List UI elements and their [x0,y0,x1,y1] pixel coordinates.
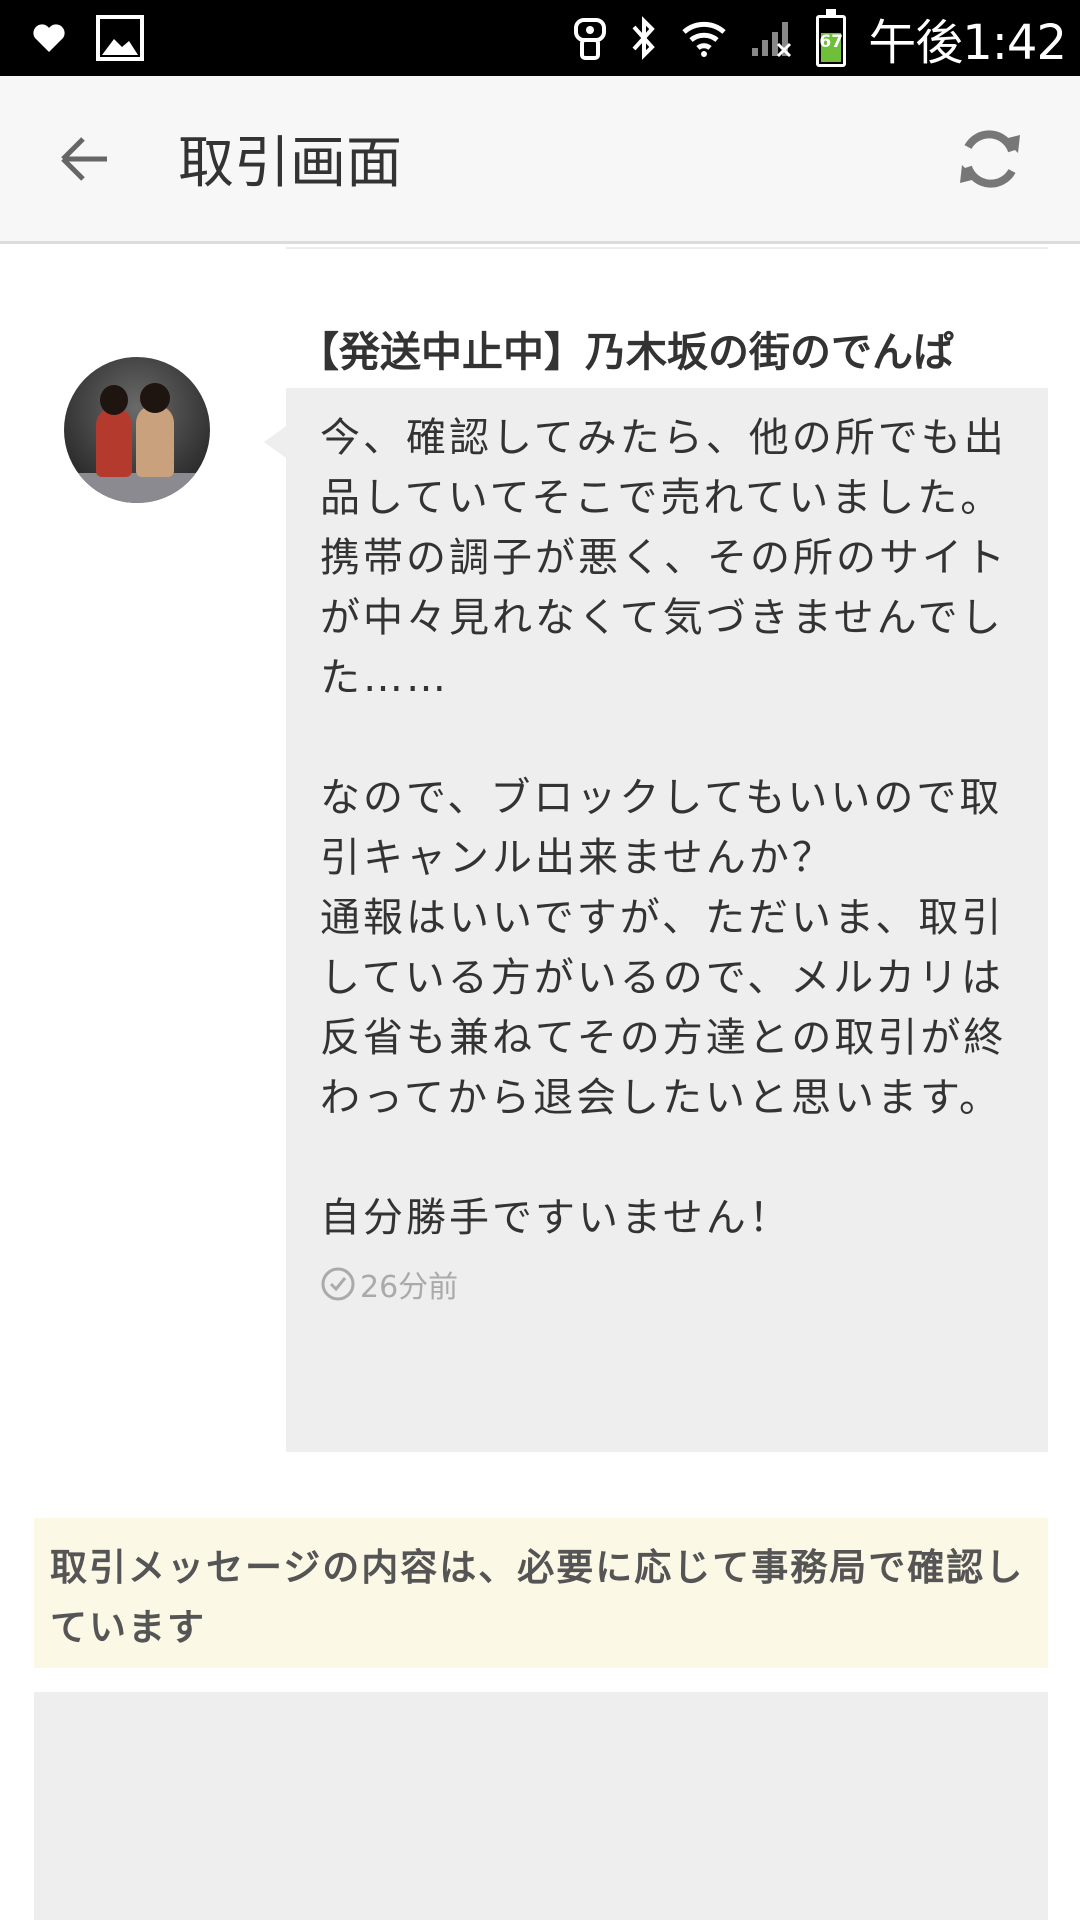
avatar[interactable] [64,357,210,503]
battery-level: 67 [819,32,844,52]
clock-icon [320,1266,356,1302]
notice-banner: 取引メッセージの内容は、必要に応じて事務局で確認しています [34,1518,1048,1668]
status-time: 午後1:42 [868,15,1067,71]
message-timestamp: 26分前 [320,1262,1018,1306]
sender-name: 【発送中止中】乃木坂の街のでんぱ [298,328,954,376]
refresh-icon [960,129,1020,188]
message-bubble: 今、確認してみたら、他の所でも出品していてそこで売れていました。 携帯の調子が悪… [264,388,1048,1452]
message-time-label: 26分前 [360,1270,459,1305]
back-button[interactable] [40,114,130,204]
nfc-icon [572,14,608,62]
arrow-left-icon [61,136,107,181]
bluetooth-icon [630,15,658,61]
status-bar-right: 67 午後1:42 [550,3,1067,73]
message-text: 今、確認してみたら、他の所でも出品していてそこで売れていました。 携帯の調子が悪… [320,415,1008,1241]
signal-icon [750,18,794,58]
page-title: 取引画面 [178,131,402,196]
wifi-icon [680,18,728,58]
status-bar-left [32,15,174,61]
app-bar: 取引画面 [0,76,1080,244]
image-icon [96,15,144,61]
status-bar: 67 午後1:42 [0,0,1080,76]
heart-icon [32,23,66,53]
message-input-area[interactable] [34,1692,1048,1920]
refresh-button[interactable] [940,109,1040,209]
battery-icon: 67 [816,9,847,67]
divider [286,247,1048,249]
